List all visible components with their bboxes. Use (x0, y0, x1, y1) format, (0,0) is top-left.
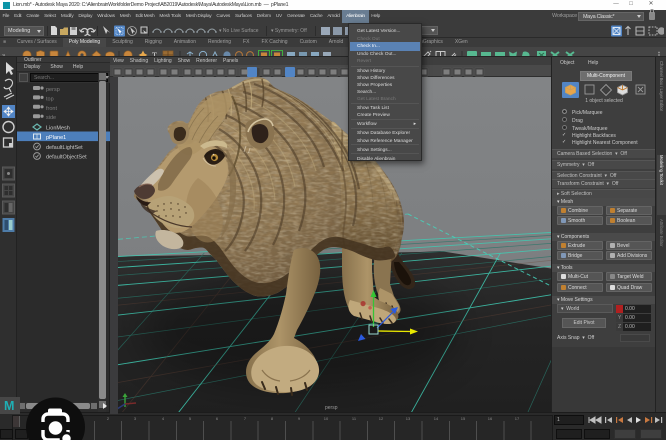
svg-text:persp: persp (46, 87, 60, 93)
svg-text:defaultObjectSet: defaultObjectSet (46, 154, 87, 160)
svg-text:front: front (46, 106, 57, 112)
svg-text:top: top (46, 96, 54, 102)
svg-text:LionMesh: LionMesh (46, 126, 70, 132)
svg-text:side: side (46, 115, 56, 121)
svg-text:defaultLightSet: defaultLightSet (46, 145, 83, 151)
svg-text:pPlane1: pPlane1 (46, 135, 66, 141)
svg-text:persp: persp (325, 405, 338, 411)
